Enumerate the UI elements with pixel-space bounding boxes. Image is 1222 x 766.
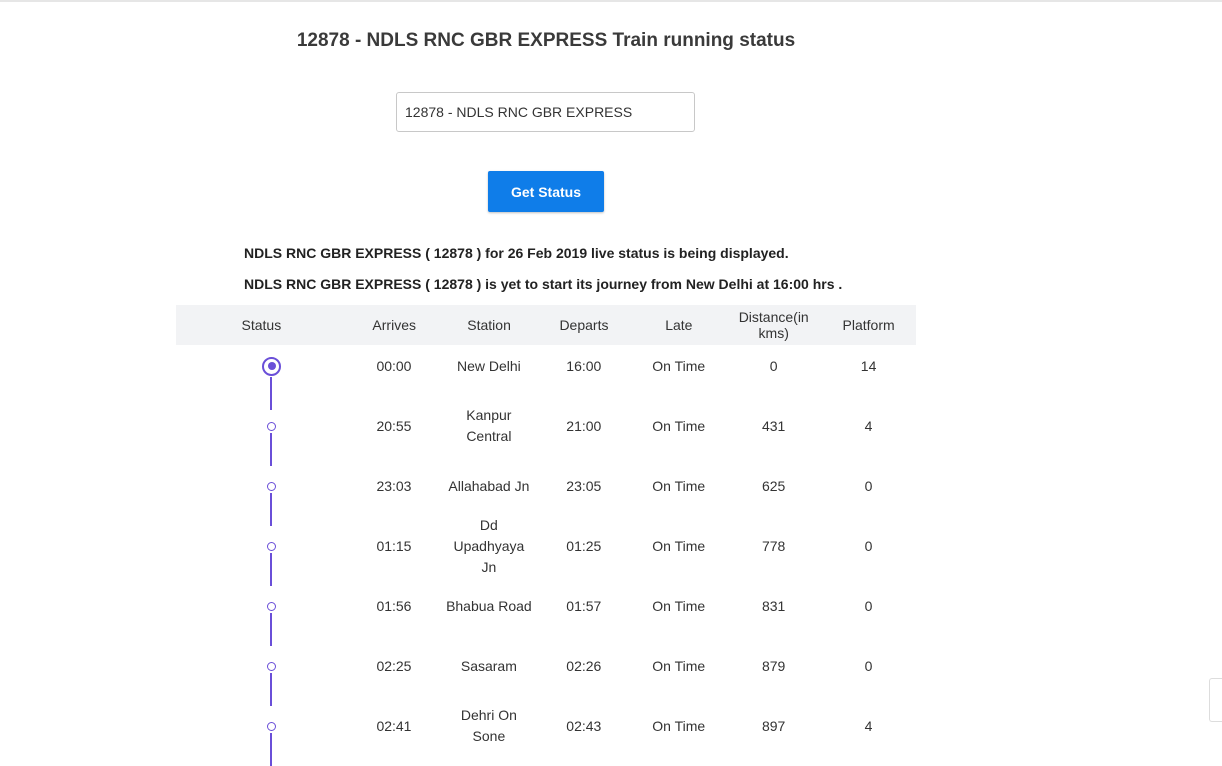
station-marker-icon (267, 421, 276, 431)
header-departs: Departs (559, 317, 609, 333)
table-header: Status Arrives Station Departs Late Dist… (176, 305, 916, 345)
status-cell (176, 525, 347, 567)
header-late: Late (665, 317, 693, 333)
platform-cell: 4 (864, 717, 873, 734)
platform-cell: 0 (864, 597, 873, 614)
distance-cell: 0 (769, 357, 778, 374)
table-row: 20:55 Kanpur Central 21:00 On Time 431 4 (176, 405, 916, 465)
station-marker-icon (267, 481, 276, 491)
side-feedback-tab[interactable] (1209, 678, 1222, 722)
station-marker-icon (267, 541, 276, 551)
timeline-connector (270, 433, 272, 466)
current-station-marker-icon (262, 356, 281, 376)
get-status-button[interactable]: Get Status (488, 171, 604, 212)
arrives-cell: 01:56 (376, 597, 412, 614)
station-marker-icon (267, 601, 276, 611)
timeline-connector (270, 733, 272, 766)
station-marker-icon (267, 661, 276, 671)
distance-cell: 897 (761, 717, 786, 734)
distance-cell: 778 (761, 537, 786, 554)
status-cell (176, 465, 347, 507)
table-row: 00:00 New Delhi 16:00 On Time 0 14 (176, 345, 916, 405)
timeline-connector (270, 613, 272, 646)
arrives-cell: 23:03 (376, 477, 412, 494)
distance-cell: 879 (761, 657, 786, 674)
late-cell: On Time (652, 477, 706, 494)
station-marker-icon (267, 721, 276, 731)
table-row: 02:41 Dehri On Sone 02:43 On Time 897 4 (176, 705, 916, 765)
late-cell: On Time (652, 537, 706, 554)
timeline-connector (270, 553, 272, 586)
late-cell: On Time (652, 357, 706, 374)
platform-cell: 0 (864, 537, 873, 554)
status-cell (176, 645, 347, 687)
departs-cell: 02:26 (566, 657, 602, 674)
train-search-input[interactable] (396, 92, 695, 132)
station-cell: Dehri On Sone (460, 707, 517, 744)
header-distance: Distance(in kms) (738, 309, 809, 341)
late-cell: On Time (652, 717, 706, 734)
distance-cell: 431 (761, 417, 786, 434)
station-cell: Sasaram (460, 657, 517, 674)
header-arrives: Arrives (372, 317, 416, 333)
arrives-cell: 01:15 (376, 537, 412, 554)
late-cell: On Time (652, 417, 706, 434)
departs-cell: 23:05 (566, 477, 602, 494)
journey-status-message: NDLS RNC GBR EXPRESS ( 12878 ) is yet to… (244, 276, 843, 292)
running-status-table: Status Arrives Station Departs Late Dist… (176, 305, 916, 766)
departs-cell: 02:43 (566, 717, 602, 734)
header-platform: Platform (842, 317, 895, 333)
table-row: 01:15 Dd Upadhyaya Jn 01:25 On Time 778 0 (176, 516, 916, 585)
status-cell (176, 585, 347, 627)
late-cell: On Time (652, 597, 706, 614)
distance-cell: 831 (761, 597, 786, 614)
timeline-connector (270, 673, 272, 706)
header-station: Station (467, 317, 511, 333)
timeline-connector (270, 493, 272, 526)
station-cell: Kanpur Central (466, 407, 512, 444)
late-cell: On Time (652, 657, 706, 674)
station-cell: Dd Upadhyaya Jn (453, 516, 525, 575)
top-border (0, 0, 1222, 2)
page-title: 12878 - NDLS RNC GBR EXPRESS Train runni… (296, 30, 796, 51)
platform-cell: 14 (860, 357, 877, 374)
station-cell: Allahabad Jn (448, 477, 530, 494)
live-status-message: NDLS RNC GBR EXPRESS ( 12878 ) for 26 Fe… (244, 245, 789, 261)
platform-cell: 0 (864, 477, 873, 494)
departs-cell: 01:25 (566, 537, 602, 554)
table-row: 02:25 Sasaram 02:26 On Time 879 0 (176, 645, 916, 705)
departs-cell: 16:00 (566, 357, 602, 374)
station-cell: Bhabua Road (446, 597, 532, 614)
arrives-cell: 02:25 (376, 657, 412, 674)
departs-cell: 01:57 (566, 597, 602, 614)
departs-cell: 21:00 (566, 417, 602, 434)
arrives-cell: 02:41 (376, 717, 412, 734)
distance-cell: 625 (761, 477, 786, 494)
status-cell (176, 705, 347, 747)
table-row: 23:03 Allahabad Jn 23:05 On Time 625 0 (176, 465, 916, 525)
header-status: Status (241, 317, 282, 333)
platform-cell: 4 (864, 417, 873, 434)
arrives-cell: 00:00 (376, 357, 412, 374)
table-row: 01:56 Bhabua Road 01:57 On Time 831 0 (176, 585, 916, 645)
status-cell (176, 405, 347, 447)
platform-cell: 0 (864, 657, 873, 674)
arrives-cell: 20:55 (376, 417, 412, 434)
station-cell: New Delhi (456, 357, 521, 374)
